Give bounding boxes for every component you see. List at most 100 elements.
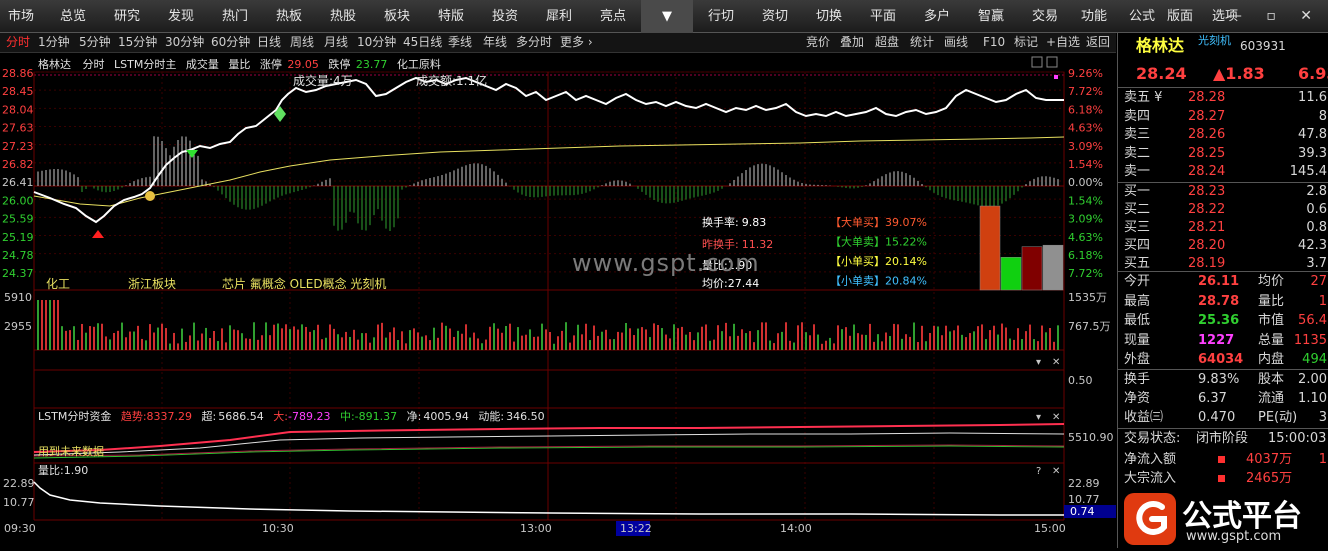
fund-right-tick: 5510.90	[1068, 431, 1114, 444]
menu-9[interactable]: 投资	[492, 0, 518, 33]
period-5[interactable]: 60分钟	[211, 33, 250, 52]
last-price: 28.24	[1136, 64, 1187, 83]
stock-name: 格林达	[38, 57, 71, 71]
quote-panel: 格林达 光刻机 603931 28.24 ▲1.83 6.93 卖五 ¥28.2…	[1117, 33, 1328, 548]
window-controls[interactable]: — ▫ ✕	[1228, 0, 1322, 33]
trade-status-row: 交易状态: 闭市阶段 15:00:03	[1124, 431, 1327, 446]
menu-0[interactable]: 市场	[8, 0, 34, 33]
ask-row: 卖三 28.26 47.8	[1124, 127, 1327, 142]
menu-11[interactable]: 亮点	[600, 0, 626, 33]
period-7[interactable]: 周线	[290, 33, 314, 52]
menu-2[interactable]: 研究	[114, 0, 140, 33]
bid-row: 买三 28.21 0.8	[1124, 220, 1327, 235]
menu-3[interactable]: 发现	[168, 0, 194, 33]
period-3[interactable]: 15分钟	[118, 33, 157, 52]
pct-change: 6.93	[1298, 64, 1328, 83]
ratio-close-icon[interactable]: ✕	[1052, 466, 1060, 477]
menu-21[interactable]: 公式	[1129, 0, 1155, 33]
menu-6[interactable]: 热股	[330, 0, 356, 33]
period-6[interactable]: 日线	[257, 33, 281, 52]
menu-12[interactable]: ▼	[641, 0, 693, 33]
period-4[interactable]: 30分钟	[165, 33, 204, 52]
time-tick: 14:00	[780, 522, 812, 535]
quote-stock-name: 格林达	[1136, 36, 1185, 55]
price-tick: 26.00	[2, 194, 34, 207]
quote-row: 最高 28.78 量比 1	[1124, 293, 1327, 309]
ratio-help-icon[interactable]: ?	[1036, 466, 1041, 477]
menu-15[interactable]: 切换	[816, 0, 842, 33]
ratio-tick-left-2: 10.77	[3, 496, 35, 509]
menu-14[interactable]: 资切	[762, 0, 788, 33]
money-signal-icon	[145, 191, 155, 201]
tag-region[interactable]: 浙江板块	[128, 277, 176, 291]
tool-8[interactable]: 返回	[1086, 33, 1110, 52]
period-8[interactable]: 月线	[324, 33, 348, 52]
pct-tick: 1.54%	[1068, 194, 1103, 207]
menu-20[interactable]: 功能	[1081, 0, 1107, 33]
period-13[interactable]: 多分时	[516, 33, 552, 52]
menu-7[interactable]: 板块	[384, 0, 410, 33]
menu-1[interactable]: 总览	[60, 0, 86, 33]
menu-5[interactable]: 热板	[276, 0, 302, 33]
ask-row: 卖二 28.25 39.3	[1124, 145, 1327, 161]
tool-2[interactable]: 超盘	[875, 33, 899, 52]
tool-4[interactable]: 画线	[944, 33, 968, 52]
quote-row: 现量 1227 总量 1135	[1124, 332, 1327, 348]
pct-tick: 7.72%	[1068, 85, 1103, 98]
period-11[interactable]: 季线	[448, 33, 472, 52]
period-12[interactable]: 年线	[483, 33, 507, 52]
period-10[interactable]: 45日线	[403, 33, 442, 52]
price-tick: 28.86	[2, 67, 34, 80]
menu-8[interactable]: 特版	[438, 0, 464, 33]
period-1[interactable]: 1分钟	[38, 33, 70, 52]
subpanel-close-icon[interactable]: ✕	[1052, 357, 1060, 368]
fund-dropdown-icon[interactable]: ▾	[1036, 412, 1041, 423]
period-9[interactable]: 10分钟	[357, 33, 396, 52]
tag-concepts[interactable]: 芯片 氟概念 OLED概念 光刻机	[222, 276, 386, 291]
period-0[interactable]: 分时	[6, 33, 30, 52]
fund-close-icon[interactable]: ✕	[1052, 412, 1060, 423]
menu-16[interactable]: 平面	[870, 0, 896, 33]
menu-17[interactable]: 多户	[924, 0, 950, 33]
tool-7[interactable]: +自选	[1046, 33, 1080, 52]
period-2[interactable]: 5分钟	[79, 33, 111, 52]
menu-10[interactable]: 犀利	[546, 0, 572, 33]
top-menu-bar: 市场 总览 研究 发现 热门 热板 热股 板块 特版 投资 犀利 亮点 ▼ 行切 资切 切换 平面 多户 智赢 交易功…	[0, 0, 1328, 33]
price-change: ▲1.83	[1213, 64, 1265, 83]
time-tick: 10:30	[262, 522, 294, 535]
tool-3[interactable]: 统计	[910, 33, 934, 52]
menu-13[interactable]: 行切	[708, 0, 734, 33]
menu-22[interactable]: 版面	[1167, 0, 1193, 33]
time-tick: 15:00	[1034, 522, 1066, 535]
brand-logo-url: www.gspt.com	[1186, 529, 1282, 544]
tool-0[interactable]: 竞价	[806, 33, 830, 52]
pct-tick: 1.54%	[1068, 158, 1103, 171]
price-tick: 27.23	[2, 140, 34, 153]
pct-tick: 0.00%	[1068, 176, 1103, 189]
stock-header: 格林达 光刻机 603931	[1118, 34, 1328, 57]
ratio-tick-left-1: 22.89	[3, 477, 35, 490]
subpanel-dropdown-icon[interactable]: ▾	[1036, 357, 1041, 368]
tag-industry[interactable]: 化工	[46, 277, 70, 291]
menu-18[interactable]: 智赢	[978, 0, 1004, 33]
tool-5[interactable]: F10	[983, 33, 1005, 52]
intraday-chart[interactable]: 格林达 分时 LSTM分时主 成交量 量比 涨停 29.05 跌停 23.77 …	[0, 53, 1116, 548]
menu-19[interactable]: 交易	[1032, 0, 1058, 33]
quote2-row: 收益㈢ 0.470 PE(动) 3	[1124, 410, 1327, 425]
pct-tick: 7.72%	[1068, 267, 1103, 280]
tool-6[interactable]: 标记	[1014, 33, 1038, 52]
ask-row: 卖一 28.24 145.4	[1124, 164, 1327, 179]
price-tick: 26.82	[2, 158, 34, 171]
tool-1[interactable]: 叠加	[840, 33, 864, 52]
order-bar-1	[1000, 257, 1022, 291]
price-tick: 28.04	[2, 103, 34, 116]
order-stat-3: 【小单卖】20.84%	[830, 275, 927, 288]
svg-text:格林达 分时 LSTM分时主 成交量: 格林达 分时 LSTM分时主 成交量 量比 涨停 29.05 跌停 23.77 …	[38, 57, 441, 71]
price-tick: 24.78	[2, 249, 34, 262]
period-14[interactable]: 更多 ›	[560, 33, 593, 52]
turnover-stat: 换手率: 9.83	[702, 215, 766, 229]
price-tick: 24.37	[2, 267, 34, 280]
amount-annotation: 成交额:1.1亿	[416, 73, 487, 88]
menu-4[interactable]: 热门	[222, 0, 248, 33]
quote2-row: 换手 9.83% 股本 2.00	[1124, 372, 1327, 387]
